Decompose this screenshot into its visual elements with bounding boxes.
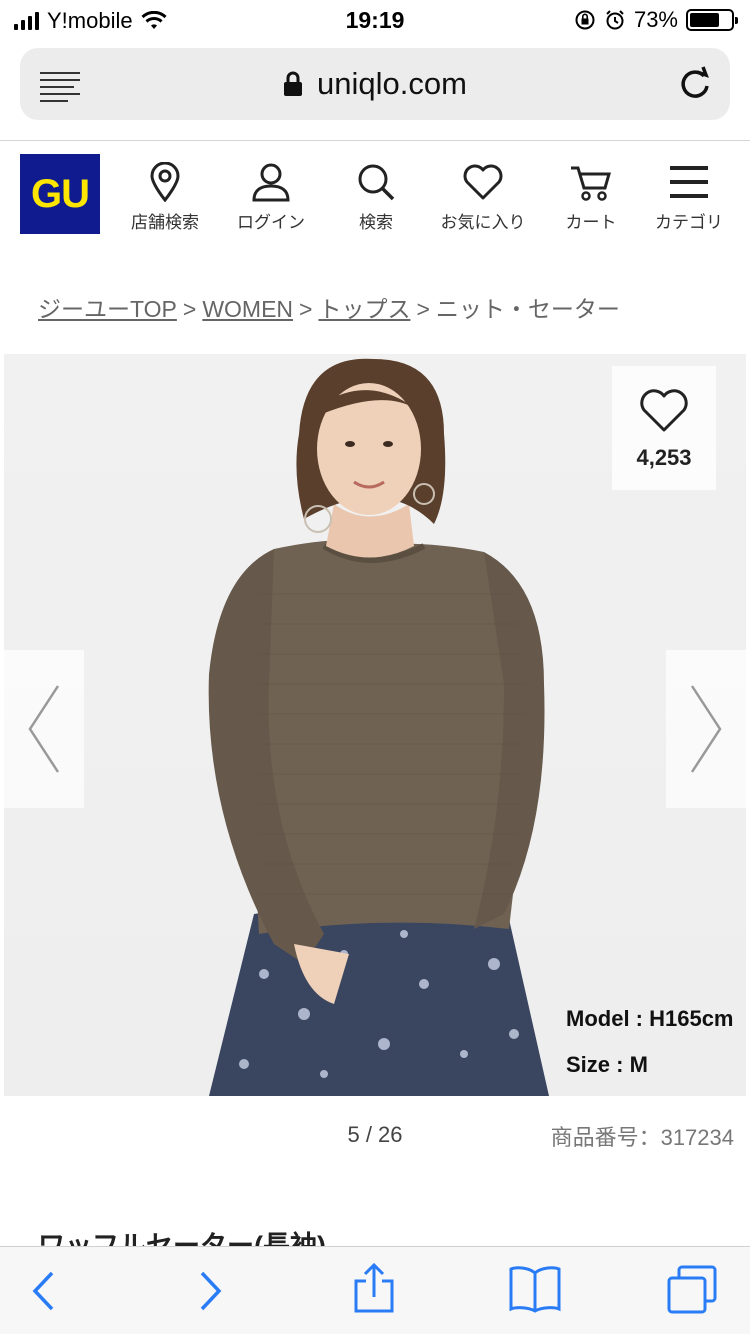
nav-category[interactable]: カテゴリ — [634, 162, 744, 233]
chevron-left-icon — [28, 685, 60, 773]
site-header: GU 店舗検索 ログイン 検索 お気に入り カート カテゴリ — [0, 150, 750, 240]
location-pin-icon — [150, 162, 180, 202]
nav-favorites[interactable]: お気に入り — [428, 162, 538, 233]
next-image-button[interactable] — [666, 650, 746, 808]
heart-icon — [640, 389, 688, 432]
alarm-icon — [606, 10, 624, 30]
heart-icon — [463, 164, 503, 200]
url-text: uniqlo.com — [317, 66, 467, 101]
model-info: Model : H165cm Size : M — [566, 996, 734, 1088]
breadcrumb-link-top[interactable]: ジーユーTOP — [38, 296, 177, 322]
nav-label: 検索 — [359, 213, 393, 232]
hamburger-menu-icon — [670, 166, 708, 198]
tabs-icon[interactable] — [666, 1265, 718, 1315]
model-size: Size : M — [566, 1052, 648, 1077]
breadcrumb: ジーユーTOP > WOMEN > トップス > ニット・セーター — [38, 290, 620, 324]
favorite-count-box[interactable]: 4,253 — [612, 366, 716, 490]
battery-icon — [686, 9, 738, 31]
gu-logo[interactable]: GU — [20, 154, 100, 234]
search-icon — [358, 164, 395, 201]
product-image-carousel[interactable]: 4,253 Model : H165cm Size : M — [4, 354, 746, 1096]
favorite-count: 4,253 — [636, 445, 692, 470]
browser-toolbar — [0, 1246, 750, 1334]
nav-label: カテゴリ — [655, 213, 723, 232]
breadcrumb-link-tops[interactable]: トップス — [318, 296, 410, 322]
nav-label: 店舗検索 — [131, 213, 199, 232]
share-icon[interactable] — [352, 1263, 396, 1315]
user-icon — [252, 163, 290, 202]
nav-cart[interactable]: カート — [536, 162, 646, 233]
forward-icon[interactable] — [198, 1269, 224, 1313]
breadcrumb-link-women[interactable]: WOMEN — [202, 296, 293, 322]
address-bar[interactable]: uniqlo.com — [20, 48, 730, 120]
back-icon[interactable] — [30, 1269, 56, 1313]
orientation-lock-icon — [575, 10, 595, 30]
status-bar-right: 73% — [574, 7, 738, 33]
product-code: 商品番号：317234 — [550, 1125, 734, 1150]
cart-icon — [571, 166, 611, 201]
breadcrumb-separator: > — [182, 296, 197, 322]
breadcrumb-separator: > — [299, 296, 313, 322]
nav-search[interactable]: 検索 — [321, 162, 431, 233]
divider — [0, 140, 750, 141]
lock-icon — [284, 71, 303, 96]
breadcrumb-current: ニット・セーター — [435, 296, 620, 322]
nav-label: カート — [565, 213, 617, 232]
model-height: Model : H165cm — [566, 1006, 734, 1031]
url-display[interactable]: uniqlo.com — [20, 66, 730, 102]
chevron-right-icon — [690, 685, 722, 773]
status-bar: Y!mobile 19:19 73% — [0, 0, 750, 40]
nav-label: お気に入り — [440, 213, 526, 232]
previous-image-button[interactable] — [4, 650, 84, 808]
battery-percent: 73% — [633, 7, 678, 32]
breadcrumb-separator: > — [416, 296, 430, 322]
bookmarks-icon[interactable] — [508, 1265, 562, 1313]
nav-login[interactable]: ログイン — [216, 162, 326, 233]
reload-icon[interactable] — [678, 66, 712, 102]
nav-store-search[interactable]: 店舗検索 — [110, 162, 220, 233]
nav-label: ログイン — [237, 213, 305, 232]
